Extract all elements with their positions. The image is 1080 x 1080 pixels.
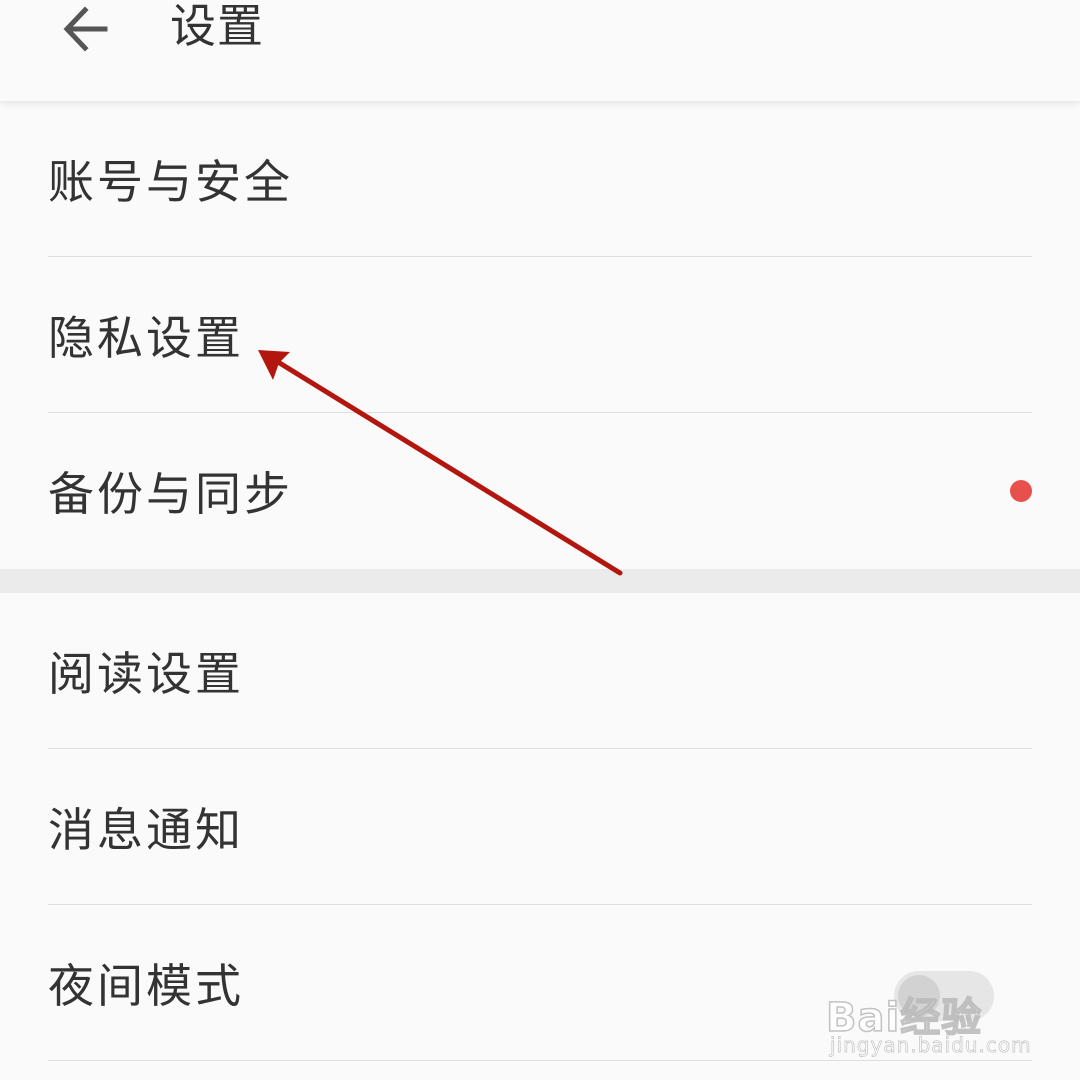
watermark-url: jingyan.baidu.com — [830, 1033, 1032, 1058]
divider — [48, 1060, 1032, 1061]
new-badge-dot — [1010, 480, 1032, 502]
settings-item-reading[interactable]: 阅读设置 — [0, 593, 1080, 749]
settings-item-account-security[interactable]: 账号与安全 — [0, 101, 1080, 257]
watermark: Bai经验 jingyan.baidu.com — [825, 985, 1036, 1060]
group-separator — [0, 569, 1080, 593]
arrow-left-icon — [63, 5, 108, 52]
settings-item-label: 账号与安全 — [48, 155, 293, 209]
settings-item-notifications[interactable]: 消息通知 — [0, 749, 1080, 905]
settings-screen: 设置 账号与安全 隐私设置 备份与同步 阅读设置 消息通知 夜间模式 Bai经验… — [0, 0, 1080, 1080]
settings-item-label: 隐私设置 — [48, 311, 244, 365]
settings-item-label: 夜间模式 — [48, 959, 244, 1013]
page-title: 设置 — [170, 0, 264, 53]
settings-item-privacy[interactable]: 隐私设置 — [0, 257, 1080, 413]
settings-item-label: 阅读设置 — [48, 647, 244, 701]
back-button[interactable] — [50, 0, 120, 55]
settings-item-backup-sync[interactable]: 备份与同步 — [0, 413, 1080, 569]
settings-group-account: 账号与安全 隐私设置 备份与同步 — [0, 101, 1080, 569]
settings-item-label: 备份与同步 — [48, 467, 293, 521]
settings-item-label: 消息通知 — [48, 803, 244, 857]
app-bar: 设置 — [0, 0, 1080, 101]
